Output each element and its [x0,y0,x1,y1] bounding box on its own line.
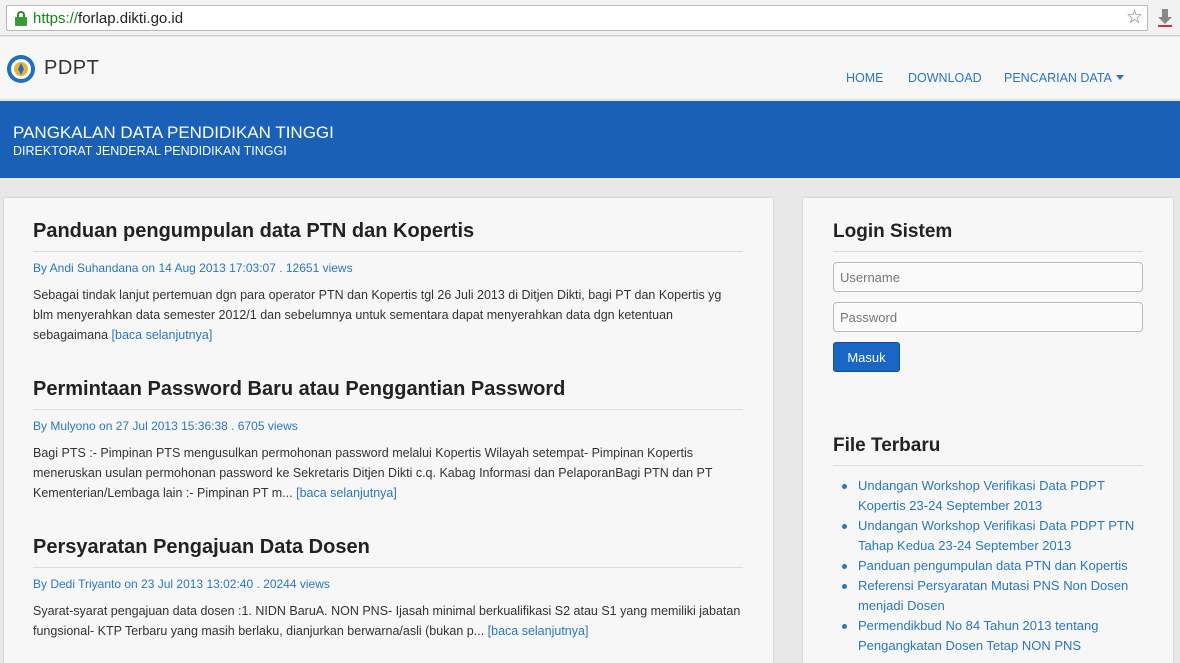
read-more-link[interactable]: [baca selanjutnya] [112,328,213,342]
hero-banner: PANGKALAN DATA PENDIDIKAN TINGGI DIREKTO… [0,101,1180,178]
nav-home[interactable]: HOME [846,71,884,85]
read-more-link[interactable]: [baca selanjutnya] [296,486,397,500]
article-meta: By Andi Suhandana on 14 Aug 2013 17:03:0… [33,261,353,275]
article-title[interactable]: Persyaratan Pengajuan Data Dosen [33,536,743,568]
article-title[interactable]: Permintaan Password Baru atau Penggantia… [33,378,743,410]
file-list-item[interactable]: Undangan Workshop Verifikasi Data PDPT P… [840,516,1140,556]
nav-download[interactable]: DOWNLOAD [908,71,982,85]
url-scheme: https:// [33,10,79,27]
file-list-item[interactable]: Panduan pengumpulan data PTN dan Koperti… [840,556,1140,576]
bullet-icon [842,624,847,629]
files-heading: File Terbaru [833,435,1143,466]
article-excerpt-text: Syarat-syarat pengajuan data dosen :1. N… [33,604,741,638]
nav-pencarian-data-label: PENCARIAN DATA [1004,71,1112,85]
browser-toolbar: https://forlap.dikti.go.id ☆ [0,0,1180,36]
file-link[interactable]: Permendikbud No 84 Tahun 2013 tentang Pe… [858,618,1098,653]
news-panel: Panduan pengumpulan data PTN dan Koperti… [4,198,773,663]
article-meta: By Mulyono on 27 Jul 2013 15:36:38 . 670… [33,419,298,433]
brand-title[interactable]: PDPT [44,57,99,80]
bullet-icon [842,564,847,569]
article-item: Permintaan Password Baru atau Penggantia… [33,378,743,503]
read-more-link[interactable]: [baca selanjutnya] [488,624,589,638]
username-input[interactable] [833,262,1143,292]
login-submit-button[interactable]: Masuk [833,342,900,372]
file-link[interactable]: Undangan Workshop Verifikasi Data PDPT K… [858,478,1105,513]
banner-subtitle: DIREKTORAT JENDERAL PENDIDIKAN TINGGI [13,144,287,158]
file-link[interactable]: Undangan Workshop Verifikasi Data PDPT P… [858,518,1134,553]
article-meta: By Dedi Triyanto on 23 Jul 2013 13:02:40… [33,577,330,591]
password-input[interactable] [833,302,1143,332]
bullet-icon [842,484,847,489]
article-excerpt: Bagi PTS :- Pimpinan PTS mengusulkan per… [33,443,743,503]
file-list-item[interactable]: Undangan Workshop Verifikasi Data PDPT K… [840,476,1140,516]
bullet-icon [842,584,847,589]
file-list-item[interactable]: Permendikbud No 84 Tahun 2013 tentang Pe… [840,616,1140,656]
url-text[interactable]: https://forlap.dikti.go.id [33,10,183,27]
bookmark-star-icon[interactable]: ☆ [1126,7,1143,29]
bullet-icon [842,524,847,529]
logo-icon[interactable] [6,54,36,84]
article-item: Panduan pengumpulan data PTN dan Koperti… [33,220,743,345]
article-excerpt: Sebagai tindak lanjut pertemuan dgn para… [33,285,743,345]
sidebar-panel: Login Sistem Masuk File Terbaru Undangan… [803,198,1173,663]
banner-title: PANGKALAN DATA PENDIDIKAN TINGGI [13,123,334,142]
url-host: forlap.dikti.go.id [78,10,184,27]
file-list: Undangan Workshop Verifikasi Data PDPT K… [840,476,1140,656]
article-title[interactable]: Panduan pengumpulan data PTN dan Koperti… [33,220,743,252]
file-link[interactable]: Referensi Persyaratan Mutasi PNS Non Dos… [858,578,1128,613]
article-item: Persyaratan Pengajuan Data Dosen By Dedi… [33,536,743,641]
file-list-item[interactable]: Referensi Persyaratan Mutasi PNS Non Dos… [840,576,1140,616]
caret-down-icon [1115,75,1124,80]
nav-pencarian-data[interactable]: PENCARIAN DATA [1004,71,1124,85]
address-bar[interactable]: https://forlap.dikti.go.id ☆ [6,5,1148,31]
download-arrow-icon[interactable] [1156,8,1174,28]
lock-icon [15,11,27,26]
login-heading: Login Sistem [833,221,1143,252]
article-excerpt: Syarat-syarat pengajuan data dosen :1. N… [33,601,743,641]
site-navbar: PDPT HOME DOWNLOAD PENCARIAN DATA [0,37,1180,100]
file-link[interactable]: Panduan pengumpulan data PTN dan Koperti… [858,558,1128,573]
